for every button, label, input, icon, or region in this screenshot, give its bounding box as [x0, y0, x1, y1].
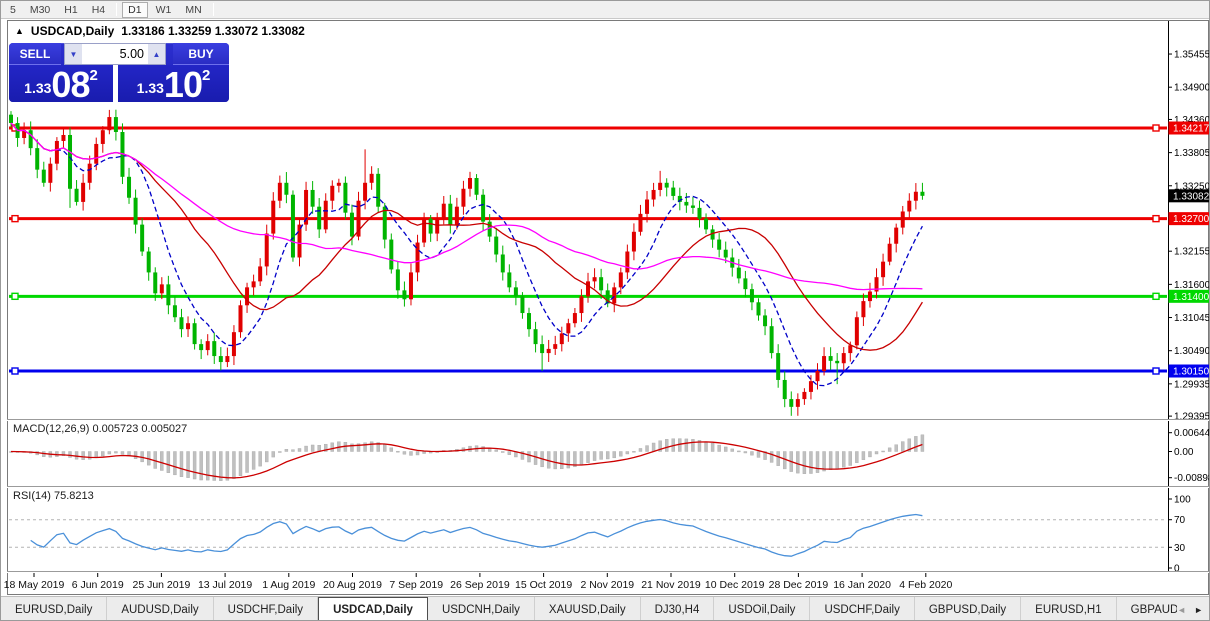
sell-price-display[interactable]: 1.33 08 2: [9, 65, 113, 102]
sell-price-fraction: 2: [89, 67, 97, 84]
sell-price-prefix: 1.33: [24, 80, 51, 96]
tab-scroll-arrows: ◄ ►: [1177, 597, 1210, 621]
buy-price-prefix: 1.33: [137, 80, 164, 96]
sell-button[interactable]: SELL: [9, 43, 61, 65]
timeframe-button-w1[interactable]: W1: [150, 2, 178, 18]
buy-price-fraction: 2: [202, 67, 210, 84]
timeframe-toolbar: 5M30H1H4 D1W1MN: [1, 1, 1210, 19]
buy-button[interactable]: BUY: [173, 43, 229, 65]
chart-tab-gbpusd-daily[interactable]: GBPUSD,Daily: [915, 597, 1021, 621]
timeframe-button-d1[interactable]: D1: [122, 2, 147, 18]
toolbar-separator: [116, 3, 117, 16]
chart-tab-usdoil-daily[interactable]: USDOil,Daily: [714, 597, 810, 621]
rsi-dateaxis-separator[interactable]: [7, 571, 1209, 573]
chart-ohlc-values: 1.33186 1.33259 1.33072 1.33082: [121, 24, 305, 38]
one-click-trading-panel: SELL ▼ ▲ BUY 1.33 08 2 1.33 10 2: [9, 43, 229, 102]
rsi-indicator-label: RSI(14) 75.8213: [13, 490, 94, 502]
chart-tab-audusd-daily[interactable]: AUDUSD,Daily: [107, 597, 213, 621]
volume-decrease-button[interactable]: ▼: [65, 44, 82, 64]
timeframe-button-h1[interactable]: H1: [58, 2, 83, 18]
chart-tab-usdchf-daily[interactable]: USDCHF,Daily: [810, 597, 914, 621]
chart-tab-eurusd-h1[interactable]: EURUSD,H1: [1021, 597, 1116, 621]
collapse-panel-icon[interactable]: ▲: [15, 26, 24, 36]
toolbar-separator: [213, 3, 214, 16]
chart-tab-usdcnh-daily[interactable]: USDCNH,Daily: [428, 597, 535, 621]
chart-tab-eurusd-daily[interactable]: EURUSD,Daily: [1, 597, 107, 621]
macd-rsi-separator[interactable]: [7, 486, 1209, 488]
chart-symbol-title: USDCAD,Daily: [31, 24, 114, 38]
timeframe-button-5[interactable]: 5: [4, 2, 22, 18]
chart-tab-usdcad-daily[interactable]: USDCAD,Daily: [318, 597, 428, 621]
volume-input[interactable]: [82, 44, 148, 64]
tab-scroll-right-icon[interactable]: ►: [1194, 605, 1203, 615]
tab-scroll-left-icon[interactable]: ◄: [1177, 605, 1186, 615]
main-macd-separator[interactable]: [7, 419, 1209, 421]
chart-tab-dj30-h4[interactable]: DJ30,H4: [641, 597, 715, 621]
timeframe-button-mn[interactable]: MN: [179, 2, 207, 18]
volume-increase-button[interactable]: ▲: [148, 44, 165, 64]
chart-tab-usdchf-daily[interactable]: USDCHF,Daily: [214, 597, 318, 621]
mt4-terminal-window: 5M30H1H4 D1W1MN ▲ USDCAD,Daily 1.33186 1.…: [0, 0, 1210, 621]
chart-tab-xauusd-daily[interactable]: XAUUSD,Daily: [535, 597, 641, 621]
volume-control: ▼ ▲: [64, 43, 166, 65]
chart-window: [7, 20, 1209, 595]
buy-price-display[interactable]: 1.33 10 2: [118, 65, 229, 102]
chart-tab-bar: EURUSD,DailyAUDUSD,DailyUSDCHF,DailyUSDC…: [1, 596, 1210, 621]
chart-tab-gbpaud-h1[interactable]: GBPAUD,H1: [1117, 597, 1177, 621]
chart-header: ▲ USDCAD,Daily 1.33186 1.33259 1.33072 1…: [15, 24, 305, 38]
buy-price-pips: 10: [164, 70, 202, 100]
sell-price-pips: 08: [51, 70, 89, 100]
macd-indicator-label: MACD(12,26,9) 0.005723 0.005027: [13, 423, 187, 435]
trade-panel-controls: SELL ▼ ▲ BUY: [9, 43, 229, 65]
timeframe-button-m30[interactable]: M30: [24, 2, 56, 18]
chart-tab-strip: EURUSD,DailyAUDUSD,DailyUSDCHF,DailyUSDC…: [1, 597, 1177, 621]
timeframe-button-h4[interactable]: H4: [86, 2, 111, 18]
